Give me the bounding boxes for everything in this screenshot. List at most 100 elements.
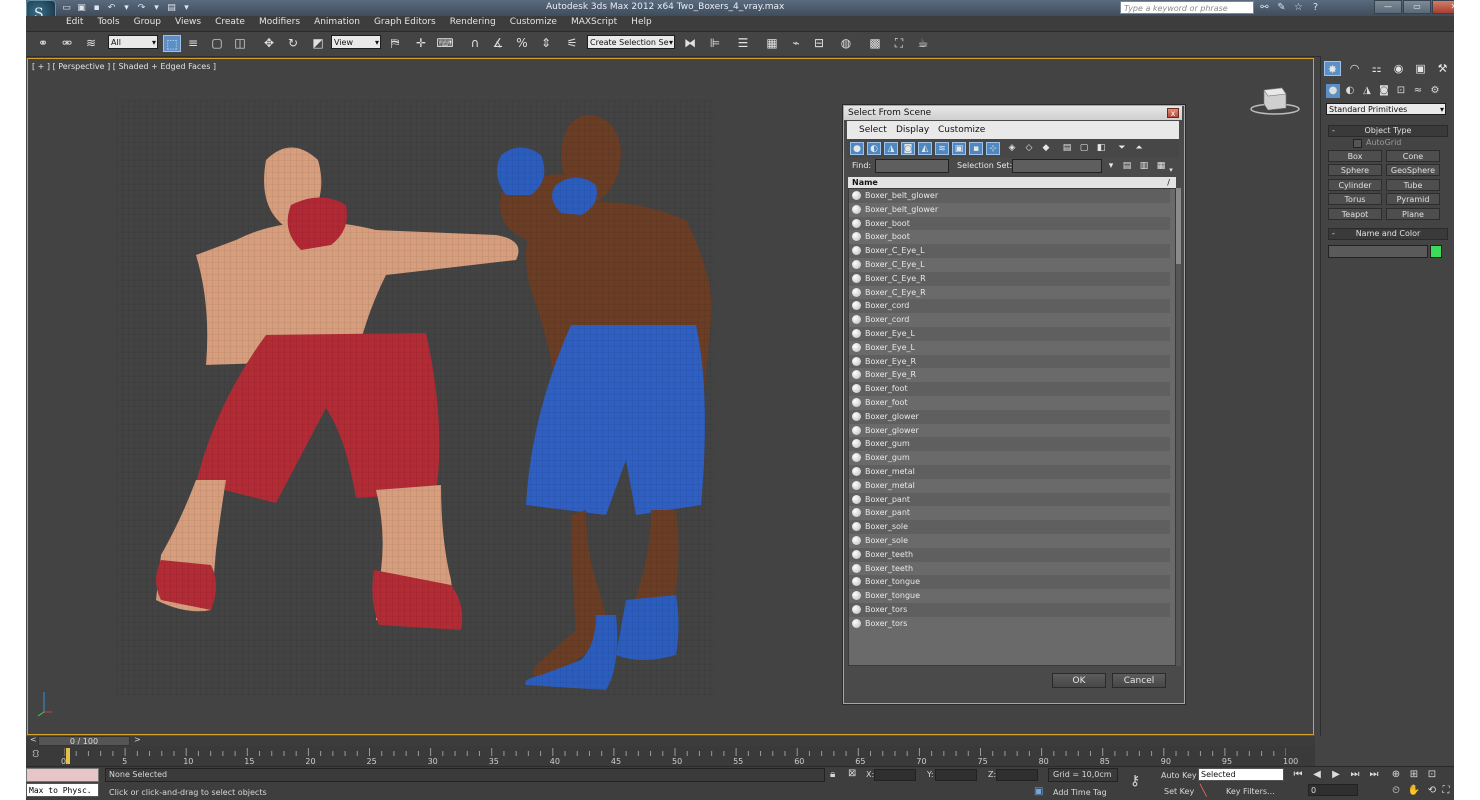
schematic-view-icon[interactable]: ⊟ [810,35,828,52]
list-item[interactable]: Boxer_foot [849,382,1170,396]
selection-set-dropdown[interactable] [1012,159,1102,173]
dialog-menu-display[interactable]: Display [896,125,929,135]
select-all-icon[interactable]: ▤ [1060,142,1074,155]
list-item[interactable]: Boxer_tongue [849,575,1170,590]
object-type-rollout[interactable]: - Object Type [1328,125,1448,137]
list-item[interactable]: Boxer_metal [849,465,1170,479]
search-input[interactable]: Type a keyword or phrase [1120,1,1254,14]
primitive-category-dropdown[interactable]: Standard Primitives [1326,103,1446,115]
list-item[interactable]: Boxer_glower [849,409,1170,424]
percent-snap-icon[interactable]: % [513,35,531,52]
box-button[interactable]: Box [1328,150,1382,162]
filter-icon[interactable]: ⏷ [1115,142,1129,155]
list-item[interactable]: Boxer_Eye_R [849,368,1170,382]
cameras-icon[interactable]: ◙ [1377,84,1391,98]
link-icon[interactable]: ⚭ [34,35,52,52]
material-editor-icon[interactable]: ◍ [837,35,855,52]
current-frame-field[interactable]: 0 [1308,784,1358,796]
reference-coordinate-dropdown[interactable]: View [331,35,381,50]
save-icon[interactable]: ▪ [90,2,103,14]
cancel-button[interactable]: Cancel [1112,673,1166,688]
previous-frame-icon[interactable]: ◀ [1309,768,1325,781]
set-key-icon[interactable]: ⚷ [1130,773,1140,789]
key-filters-button[interactable]: Key Filters... [1226,787,1275,796]
render-setup-icon[interactable]: ▩ [866,35,884,52]
create-tab-icon[interactable]: ✸ [1324,61,1341,76]
cone-button[interactable]: Cone [1386,150,1440,162]
redo-dropdown-icon[interactable]: ▾ [150,2,163,14]
select-by-name-icon[interactable]: ≡ [184,35,202,52]
list-item[interactable]: Boxer_C_Eye_R [849,271,1170,286]
help-icon[interactable]: ? [1309,1,1322,14]
list-item[interactable]: Boxer_cord [849,313,1170,327]
rotate-icon[interactable]: ↻ [284,35,302,52]
create-selection-set-icon[interactable]: ▤ [1120,160,1134,173]
dialog-menu-select[interactable]: Select [859,125,887,135]
zoom-extents-icon[interactable]: ⊡ [1424,768,1440,781]
zoom-all-icon[interactable]: ⊞ [1406,768,1422,781]
key-mode-dropdown[interactable]: Selected [1198,768,1284,781]
dialog-menu-customize[interactable]: Customize [938,125,985,135]
viewcube-icon[interactable] [1250,82,1300,116]
menu-graph-editors[interactable]: Graph Editors [374,17,436,27]
object-name-field[interactable] [1328,245,1428,258]
menu-maxscript[interactable]: MAXScript [571,17,617,27]
plane-button[interactable]: Plane [1386,208,1440,220]
menu-create[interactable]: Create [215,17,245,27]
zoom-icon[interactable]: ⊕ [1388,768,1404,781]
menu-modifiers[interactable]: Modifiers [259,17,300,27]
selection-set-arrow-icon[interactable]: ▾ [1104,160,1118,173]
menu-group[interactable]: Group [134,17,161,27]
undo-icon[interactable]: ↶ [105,2,118,14]
list-item[interactable]: Boxer_belt_glower [849,203,1170,217]
select-invert-icon[interactable]: ◧ [1094,142,1108,155]
list-item[interactable]: Boxer_tors [849,603,1170,617]
maxscript-input[interactable]: Max to Physc. [26,783,99,797]
display-groups-icon[interactable]: ▣ [952,142,966,155]
bind-space-warp-icon[interactable]: ≋ [82,35,100,52]
menu-help[interactable]: Help [631,17,652,27]
spinner-snap-icon[interactable]: ⇕ [537,35,555,52]
list-scrollbar-thumb[interactable] [1176,188,1181,264]
display-cameras-icon[interactable]: ◙ [901,142,915,155]
curve-editor-icon[interactable]: ⌁ [787,35,805,52]
minimize-button[interactable]: — [1374,0,1402,14]
list-item[interactable]: Boxer_pant [849,506,1170,520]
undo-dropdown-icon[interactable]: ▾ [120,2,133,14]
list-item[interactable]: Boxer_sole [849,520,1170,534]
geosphere-button[interactable]: GeoSphere [1386,164,1440,176]
motion-tab-icon[interactable]: ◉ [1390,61,1407,76]
mini-curve-editor-icon[interactable]: ⛻ [32,749,50,761]
time-slider-handle[interactable]: 0 / 100 [38,736,130,746]
helpers-icon[interactable]: ⊡ [1394,84,1408,98]
maximize-button[interactable]: ▭ [1403,0,1431,14]
display-geometry-icon[interactable]: ● [850,142,864,155]
systems-icon[interactable]: ⚙ [1428,84,1442,98]
display-lights-icon[interactable]: ◮ [884,142,898,155]
display-xrefs-icon[interactable]: ▪ [969,142,983,155]
select-manipulate-icon[interactable]: ✛ [412,35,430,52]
list-item[interactable]: Boxer_gum [849,437,1170,452]
menu-tools[interactable]: Tools [97,17,119,27]
column-header-name[interactable]: Name / [848,177,1176,188]
layer-manager-icon[interactable]: ☰ [734,35,752,52]
new-file-icon[interactable]: ▭ [60,2,73,14]
z-coordinate-field[interactable] [996,769,1038,781]
window-crossing-icon[interactable]: ◫ [231,35,249,52]
name-and-color-rollout[interactable]: - Name and Color [1328,228,1448,240]
add-time-tag-label[interactable]: Add Time Tag [1053,788,1107,797]
display-none-icon[interactable]: ◇ [1022,142,1036,155]
scale-icon[interactable]: ◩ [309,35,327,52]
add-to-selection-set-icon[interactable]: ▥ [1137,160,1151,173]
display-all-icon[interactable]: ◈ [1005,142,1019,155]
render-production-icon[interactable]: ☕ [914,35,932,52]
open-file-icon[interactable]: ▣ [75,2,88,14]
list-item[interactable]: Boxer_C_Eye_L [849,258,1170,272]
dialog-title[interactable]: Select From Scene [844,106,1182,120]
lights-icon[interactable]: ◮ [1360,84,1374,98]
menu-animation[interactable]: Animation [314,17,360,27]
mirror-icon[interactable]: ⧓ [681,35,699,52]
menu-edit[interactable]: Edit [66,17,83,27]
go-to-end-icon[interactable]: ⏭ [1366,768,1382,781]
list-item[interactable]: Boxer_boot [849,216,1170,231]
